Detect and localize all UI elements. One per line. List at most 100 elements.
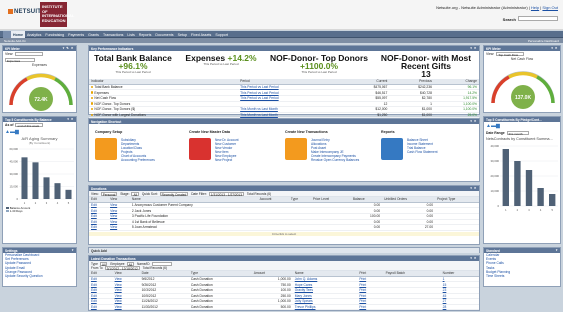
gauge-green-zone <box>536 75 555 104</box>
shortcut-group: Create New Transactions Journal Entry Allo… <box>285 130 385 180</box>
view-dropdown[interactable] <box>15 52 44 56</box>
help-link[interactable]: Help <box>531 5 539 10</box>
view-dropdown[interactable]: Top Cash Flow <box>496 52 525 57</box>
table-row[interactable]: Edit View 5 Joan Armstead 0.00 27.00 <box>89 224 479 231</box>
chart-bar[interactable] <box>65 189 72 199</box>
chart-bar[interactable] <box>537 188 544 206</box>
shortcut-group-icon[interactable] <box>285 138 307 160</box>
tab-grants[interactable]: Grants <box>86 31 101 38</box>
row-view-link[interactable]: View <box>108 224 130 231</box>
view-dropdown[interactable]: Personal <box>100 192 118 197</box>
tab-payments[interactable]: Payments <box>66 31 86 38</box>
shortcut-link[interactable]: Cash Flow Statement <box>407 150 437 154</box>
row-edit-link[interactable]: Edit <box>89 304 113 311</box>
tab-reports[interactable]: Reports <box>137 31 154 38</box>
chart-bar[interactable] <box>549 194 556 206</box>
row-name-cell: 5 Joan Armstead <box>129 224 258 231</box>
portlet-controls-icon[interactable]: ▾ ✕ <box>551 46 558 50</box>
row-date-cell: 11/30/2012 <box>139 304 189 311</box>
shortcut-group-title: Reports <box>381 130 395 134</box>
chart-bar[interactable] <box>54 183 61 199</box>
shortcut-group-icon[interactable] <box>95 138 117 160</box>
chart-bar[interactable] <box>525 170 533 206</box>
portlet-controls-icon[interactable]: ▾ <box>556 248 558 252</box>
gauge-chart: 137.0K <box>491 71 555 109</box>
metric-dropdown[interactable]: Expenses <box>5 58 35 63</box>
chart-bar[interactable] <box>43 177 50 199</box>
gauge-red-zone <box>9 77 28 106</box>
date-range-label: Date Range <box>486 131 505 135</box>
portlet-controls-icon[interactable]: ▾ ✕ <box>67 117 74 121</box>
tab-fundraising[interactable]: Fundraising <box>43 31 66 38</box>
portlet-controls-icon[interactable]: ▾ <box>72 248 74 252</box>
portlet-title: Navigation Shortcut <box>91 119 122 124</box>
total-records-value: (6) <box>163 266 167 270</box>
as-of-dropdown[interactable]: end of this week <box>15 123 44 128</box>
standard-links: Calendar Events Phone Calls Tasks Budget… <box>484 253 560 278</box>
chart-bar[interactable] <box>514 161 521 206</box>
portlet-controls-icon[interactable]: ▾ ✕ <box>470 46 477 50</box>
row-amount-cell: 500.00 <box>251 304 293 311</box>
portlet-title: Latest Donation Transactions <box>91 256 136 261</box>
netsuite-logo-icon <box>8 9 13 14</box>
row-view-link[interactable]: View <box>112 304 140 311</box>
sub-toolbar-label[interactable]: Netsuite Add-On <box>4 39 26 43</box>
tab-transactions[interactable]: Transactions <box>101 31 125 38</box>
settings-link[interactable]: Update Security Question <box>3 274 76 278</box>
settings-portlet: Settings ▾ Personalize Dashboard Set Pref… <box>2 247 77 287</box>
portlet-title[interactable]: Quick Add <box>91 249 107 253</box>
gauge-red-zone <box>491 75 510 104</box>
chart-bar[interactable] <box>32 162 39 199</box>
shortcut-group-icon[interactable] <box>381 138 403 160</box>
from-to-field[interactable]: 3/1/2012 - 12/18/2012 <box>104 266 140 271</box>
shortcut-link[interactable]: Revalue Open Currency Balances <box>311 158 359 162</box>
portlet-controls-icon[interactable]: ▾ ✎ ✕ <box>63 46 74 50</box>
date-filter-field[interactable]: 1/31/2013 - 1/27/2013 <box>208 192 244 197</box>
row-name-link[interactable]: Trevor Phillips <box>292 304 358 311</box>
y-tick-label: 40,000 <box>490 144 499 148</box>
row-edit-link[interactable]: Edit <box>89 224 109 231</box>
standard-link[interactable]: Time Sheets <box>484 274 560 278</box>
sign-out-link[interactable]: Sign Out <box>542 5 558 10</box>
shortcut-groups: Company Setup Subsidiary Departments Locati… <box>89 124 479 182</box>
chart-bar[interactable] <box>21 157 28 199</box>
chart-type-icon[interactable]: ▲▬▆ <box>486 123 500 129</box>
shortcut-group-title: Create New Transactions <box>285 130 328 134</box>
shortcut-group-icon[interactable] <box>189 138 211 160</box>
portlet-controls-icon[interactable]: ▾ ✕ <box>470 186 477 190</box>
portlet-controls-icon[interactable]: ▾ ✕ <box>470 119 477 123</box>
kpi-card: Total Bank Balance +96.1% This Period vs… <box>93 54 173 74</box>
shortcut-link[interactable]: Accounting Preferences <box>121 158 155 162</box>
tab-home[interactable]: Home <box>11 31 25 38</box>
tab-setup[interactable]: Setup <box>176 31 189 38</box>
quick-sort-label: Quick Sort: <box>141 192 158 196</box>
search-label: Search <box>502 17 516 22</box>
x-tick-label: 4 <box>57 201 59 205</box>
table-row[interactable]: Edit View 11/30/2012 Cash Donation 500.00 Tre… <box>89 304 479 311</box>
tab-support[interactable]: Support <box>213 31 230 38</box>
chart-type-icon[interactable]: ▲▬▆ <box>5 129 19 135</box>
quick-sort-dropdown[interactable]: Recently Created <box>159 192 189 197</box>
row-name: Pacific Life Foundation <box>134 214 169 219</box>
shortcut-link[interactable]: New Project <box>215 158 239 162</box>
tab-fixed-assets[interactable]: Fixed Assets <box>189 31 213 38</box>
tab-lists[interactable]: Lists <box>125 31 136 38</box>
row-number-link[interactable]: 28 <box>440 304 479 311</box>
portlet-header: Standard ▾ <box>484 248 560 253</box>
total-records-label: Total Records <box>246 192 267 196</box>
tab-documents[interactable]: Documents <box>153 31 175 38</box>
date-range-dropdown[interactable]: this month <box>506 131 529 136</box>
home-icon[interactable] <box>3 31 11 38</box>
view-label: View: <box>5 52 14 56</box>
row-print-link[interactable]: Print <box>357 304 384 311</box>
account-name[interactable]: Netsuite.org - Netsuite Administrator (A… <box>436 5 528 10</box>
x-tick-label: 1 <box>24 201 26 205</box>
tab-analytics[interactable]: Analytics <box>25 31 43 38</box>
personalize-dashboard-link[interactable]: Personalize Dashboard <box>528 39 559 43</box>
x-tick-label: 4 <box>540 208 542 212</box>
search-input[interactable] <box>518 16 558 21</box>
chart-bar[interactable] <box>502 149 509 206</box>
portlet-controls-icon[interactable]: ▾ ✕ <box>470 256 477 260</box>
stage-dropdown[interactable]: All <box>131 192 139 197</box>
row-name: Anonymous Customer Parent Company <box>134 203 193 208</box>
